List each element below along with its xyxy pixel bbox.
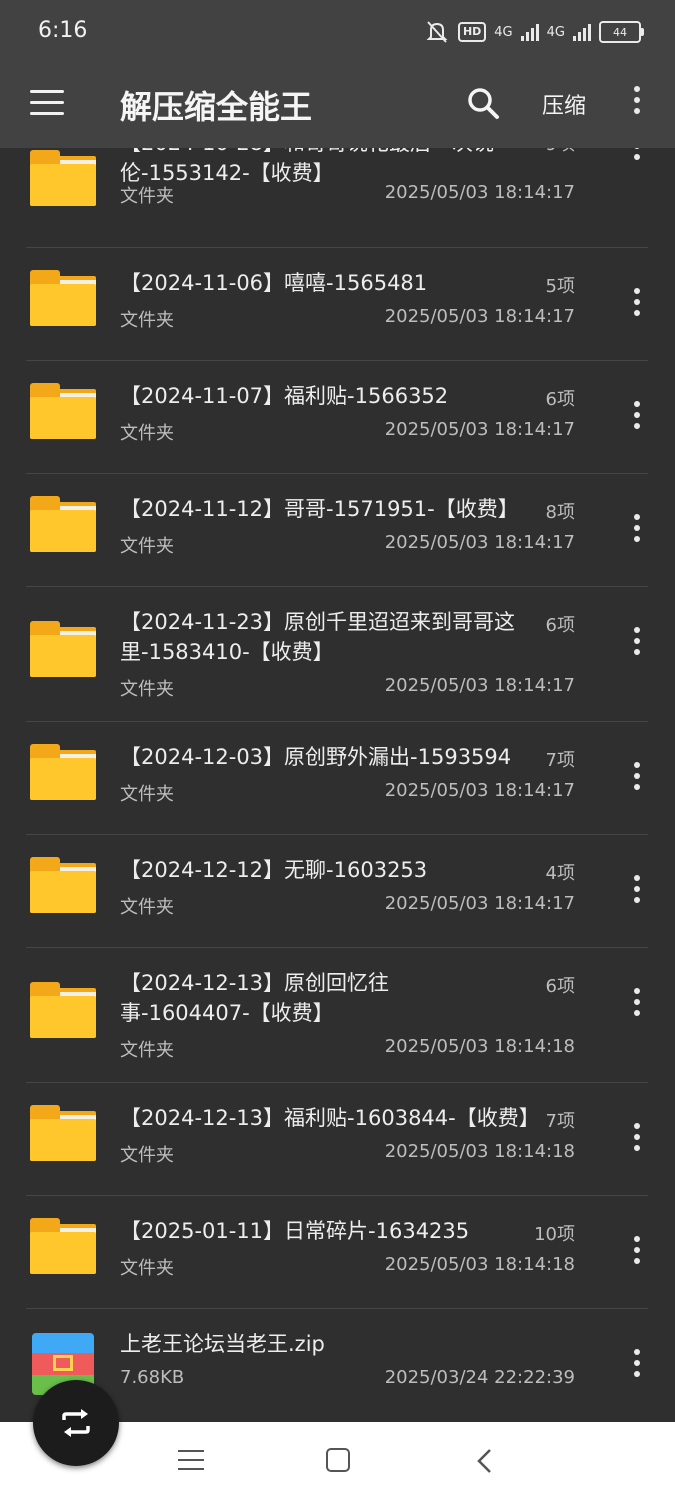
folder-icon xyxy=(30,496,96,552)
item-name: 【2024-12-13】福利贴-1603844-【收费】 xyxy=(120,1106,540,1130)
item-count: 7项 xyxy=(545,750,575,771)
item-name: 【2025-01-11】日常碎片-1634235 xyxy=(120,1219,470,1243)
item-date: 2025/05/03 18:14:17 xyxy=(384,675,575,696)
item-type: 文件夹 xyxy=(120,1145,174,1166)
item-type: 文件夹 xyxy=(120,784,174,805)
item-date: 2025/05/03 18:14:17 xyxy=(384,182,575,203)
folder-icon xyxy=(30,150,96,206)
item-count: 5项 xyxy=(545,276,575,297)
folder-icon xyxy=(30,982,96,1038)
item-date: 2025/03/24 22:22:39 xyxy=(384,1367,575,1388)
item-type: 文件夹 xyxy=(120,186,174,207)
status-bar: 6:16 HD 4G 4G 44 xyxy=(0,0,675,64)
list-item[interactable]: 【2025-01-11】日常碎片-1634235 10项 文件夹 2025/05… xyxy=(0,1196,675,1308)
item-date: 2025/05/03 18:14:18 xyxy=(384,1141,575,1162)
item-name: 【2024-11-07】福利贴-1566352 xyxy=(120,384,449,408)
list-item[interactable]: 【2024-12-12】无聊-1603253 4项 文件夹 2025/05/03… xyxy=(0,835,675,947)
folder-icon xyxy=(30,857,96,913)
item-more-icon[interactable] xyxy=(632,627,642,663)
item-count: 8项 xyxy=(545,502,575,523)
item-type: 文件夹 xyxy=(120,423,174,444)
item-count: 6项 xyxy=(545,615,575,636)
item-count: 7项 xyxy=(545,1111,575,1132)
item-type: 文件夹 xyxy=(120,897,174,918)
battery-level: 44 xyxy=(613,25,627,39)
item-type: 文件夹 xyxy=(120,310,174,331)
item-count: 4项 xyxy=(545,863,575,884)
status-time: 6:16 xyxy=(38,18,88,43)
hd-badge: HD xyxy=(457,22,487,42)
list-item[interactable]: 【2024-12-13】原创回忆往事-1604407-【收费】 6项 文件夹 2… xyxy=(0,948,675,1082)
folder-icon xyxy=(30,383,96,439)
list-item[interactable]: 【2024-12-13】福利贴-1603844-【收费】 7项 文件夹 2025… xyxy=(0,1083,675,1195)
item-name: 【2024-12-03】原创野外漏出-1593594 xyxy=(120,745,512,769)
app-title: 解压缩全能王 xyxy=(120,88,313,126)
item-count: 10项 xyxy=(534,1224,575,1245)
item-date: 2025/05/03 18:14:17 xyxy=(384,419,575,440)
item-type: 文件夹 xyxy=(120,679,174,700)
list-item[interactable]: 【2024-12-03】原创野外漏出-1593594 7项 文件夹 2025/0… xyxy=(0,722,675,834)
status-icons: HD 4G 4G 44 xyxy=(424,18,644,46)
item-name: 【2024-11-23】原创千里迢迢来到哥哥这里-1583410-【收费】 xyxy=(120,610,516,664)
item-count: 6项 xyxy=(545,976,575,997)
item-count: 6项 xyxy=(545,389,575,410)
item-more-icon[interactable] xyxy=(632,762,642,798)
hamburger-menu-icon[interactable] xyxy=(30,90,64,118)
item-more-icon[interactable] xyxy=(632,288,642,324)
item-more-icon[interactable] xyxy=(632,1236,642,1272)
item-name: 上老王论坛当老王.zip xyxy=(120,1332,325,1356)
folder-icon xyxy=(30,1105,96,1161)
item-date: 2025/05/03 18:14:17 xyxy=(384,780,575,801)
item-size: 7.68KB xyxy=(120,1367,185,1388)
item-more-icon[interactable] xyxy=(632,401,642,437)
signal-icon xyxy=(520,23,539,41)
item-more-icon[interactable] xyxy=(632,1123,642,1159)
item-type: 文件夹 xyxy=(120,1258,174,1279)
item-name: 【2024-11-12】哥哥-1571951-【收费】 xyxy=(120,497,519,521)
signal-icon xyxy=(573,23,591,41)
mute-bell-icon xyxy=(426,21,448,43)
search-icon[interactable] xyxy=(466,86,500,120)
swap-arrows-icon xyxy=(62,1409,90,1437)
item-name: 【2024-11-06】嘻嘻-1565481 xyxy=(120,271,428,295)
item-date: 2025/05/03 18:14:17 xyxy=(384,532,575,553)
folder-icon xyxy=(30,744,96,800)
item-date: 2025/05/03 18:14:18 xyxy=(384,1036,575,1057)
top-header: 6:16 HD 4G 4G 44 解压缩全能王 压缩 xyxy=(0,0,675,148)
folder-icon xyxy=(30,621,96,677)
battery-icon: 44 xyxy=(599,21,644,43)
item-date: 2025/05/03 18:14:17 xyxy=(384,306,575,327)
item-date: 2025/05/03 18:14:17 xyxy=(384,893,575,914)
more-options-icon[interactable] xyxy=(632,86,642,122)
list-item[interactable]: 【2024-11-12】哥哥-1571951-【收费】 8项 文件夹 2025/… xyxy=(0,474,675,586)
compress-button[interactable]: 压缩 xyxy=(542,88,586,120)
list-item[interactable]: 【2024-11-06】嘻嘻-1565481 5项 文件夹 2025/05/03… xyxy=(0,248,675,360)
item-more-icon[interactable] xyxy=(632,875,642,911)
back-icon[interactable] xyxy=(474,1448,494,1474)
folder-icon xyxy=(30,1218,96,1274)
item-name: 【2024-12-13】原创回忆往事-1604407-【收费】 xyxy=(120,971,390,1025)
network-type-1: 4G xyxy=(494,24,513,40)
item-type: 文件夹 xyxy=(120,1040,174,1061)
network-type-2: 4G xyxy=(546,24,565,40)
switch-fab-button[interactable] xyxy=(33,1380,119,1466)
item-type: 文件夹 xyxy=(120,536,174,557)
item-more-icon[interactable] xyxy=(632,514,642,550)
folder-icon xyxy=(30,270,96,326)
list-item[interactable]: 【2024-11-23】原创千里迢迢来到哥哥这里-1583410-【收费】 6项… xyxy=(0,587,675,721)
item-date: 2025/05/03 18:14:18 xyxy=(384,1254,575,1275)
item-name: 【2024-12-12】无聊-1603253 xyxy=(120,858,428,882)
app-bar: 解压缩全能王 压缩 xyxy=(0,64,675,148)
item-more-icon[interactable] xyxy=(632,988,642,1024)
recent-apps-icon[interactable] xyxy=(178,1450,204,1472)
list-item[interactable]: 【2024-11-07】福利贴-1566352 6项 文件夹 2025/05/0… xyxy=(0,361,675,473)
home-icon[interactable] xyxy=(326,1448,350,1472)
item-more-icon[interactable] xyxy=(632,1349,642,1385)
